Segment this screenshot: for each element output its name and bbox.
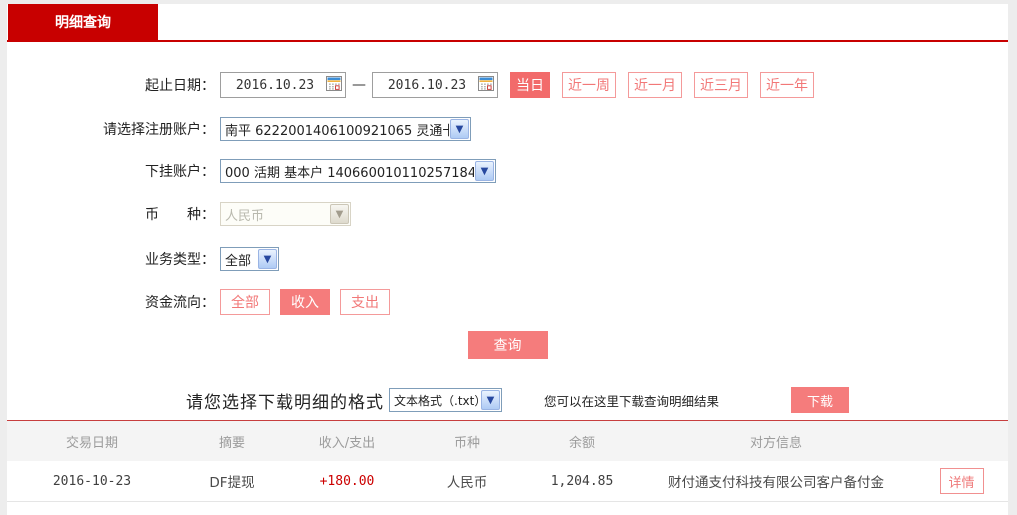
register-account-label: 请选择注册账户：	[103, 122, 215, 138]
header-currency: 币种	[453, 435, 480, 451]
sub-account-label: 下挂账户：	[145, 164, 215, 180]
download-button[interactable]: 下载	[791, 387, 850, 413]
chevron-down-icon: ▼	[258, 249, 277, 269]
cell-transaction-date: 2016-10-23	[52, 473, 132, 489]
currency-row: 币 种： 人民币 ▼	[7, 202, 1008, 226]
date-separator: —	[352, 77, 366, 93]
register-account-row: 请选择注册账户： 南平 6222001406100921065 灵通卡 ▼	[7, 117, 1008, 141]
table-row: 2016-10-23 DF提现 +180.00 人民币 1,204.85 财付通…	[7, 461, 1008, 502]
sub-account-select[interactable]: 000 活期 基本户 1406600101102571848 ▼	[220, 159, 496, 183]
header-counterparty: 对方信息	[749, 435, 802, 451]
query-button[interactable]: 查询	[467, 331, 548, 359]
cell-balance: 1,204.85	[550, 473, 614, 489]
business-type-label: 业务类型：	[145, 252, 215, 268]
tab-detail-query[interactable]: 明细查询	[8, 4, 158, 40]
tab-bar: 明细查询	[7, 4, 1008, 42]
fund-direction-label: 资金流向：	[145, 295, 215, 311]
download-row: 请您选择下载明细的格式 文本格式（.txt） ▼ 您可以在这里下载查询明细结果 …	[186, 387, 1008, 413]
currency-select: 人民币 ▼	[220, 202, 351, 226]
detail-query-panel: 明细查询 起止日期： 2016.10.23 — 2016.10.23 当日 近一…	[7, 4, 1008, 515]
end-date-value: 2016.10.23	[387, 77, 467, 93]
calendar-icon[interactable]	[478, 75, 494, 95]
download-format-value: 文本格式（.txt）	[394, 393, 480, 408]
register-account-select[interactable]: 南平 6222001406100921065 灵通卡 ▼	[220, 117, 471, 141]
fund-direction-all-button[interactable]: 全部	[220, 289, 270, 315]
quick-range-year-button[interactable]: 近一年	[760, 72, 814, 98]
date-range-label: 起止日期：	[145, 78, 215, 94]
fund-direction-income-button[interactable]: 收入	[280, 289, 330, 315]
business-type-value: 全部	[225, 253, 252, 269]
detail-button[interactable]: 详情	[939, 468, 984, 494]
download-format-select[interactable]: 文本格式（.txt） ▼	[389, 388, 502, 412]
cell-summary: DF提现	[209, 475, 255, 491]
end-date-input[interactable]: 2016.10.23	[372, 72, 498, 98]
start-date-value: 2016.10.23	[235, 77, 315, 93]
fund-direction-expense-button[interactable]: 支出	[340, 289, 390, 315]
quick-range-month-button[interactable]: 近一月	[628, 72, 682, 98]
chevron-down-icon: ▼	[450, 119, 469, 139]
fund-direction-row: 资金流向： 全部 收入 支出	[7, 289, 1008, 315]
download-format-label: 请您选择下载明细的格式	[186, 392, 384, 413]
sub-account-value: 000 活期 基本户 1406600101102571848	[225, 165, 474, 181]
start-date-input[interactable]: 2016.10.23	[220, 72, 346, 98]
quick-range-today-button[interactable]: 当日	[510, 72, 550, 98]
cell-counterparty: 财付通支付科技有限公司客户备付金	[668, 475, 884, 491]
header-transaction-date: 交易日期	[65, 435, 118, 451]
sub-account-row: 下挂账户： 000 活期 基本户 1406600101102571848 ▼	[7, 159, 1008, 183]
download-hint: 您可以在这里下载查询明细结果	[544, 393, 720, 409]
business-type-row: 业务类型： 全部 ▼	[7, 247, 1008, 271]
cell-amount: +180.00	[319, 473, 375, 489]
header-income-expense: 收入/支出	[318, 435, 376, 451]
register-account-value: 南平 6222001406100921065 灵通卡	[225, 123, 449, 139]
table-header-row: 交易日期 摘要 收入/支出 币种 余额 对方信息	[7, 420, 1008, 461]
currency-value: 人民币	[225, 208, 265, 224]
cell-currency: 人民币	[446, 475, 488, 491]
quick-range-quarter-button[interactable]: 近三月	[694, 72, 748, 98]
header-summary: 摘要	[218, 435, 245, 451]
business-type-select[interactable]: 全部 ▼	[220, 247, 279, 271]
chevron-down-icon: ▼	[481, 390, 500, 410]
query-row: 查询	[7, 331, 1008, 359]
quick-range-week-button[interactable]: 近一周	[562, 72, 616, 98]
header-balance: 余额	[568, 435, 595, 451]
date-range-row: 起止日期： 2016.10.23 — 2016.10.23 当日 近一周 近一月…	[7, 72, 1008, 98]
currency-label: 币 种：	[145, 207, 215, 223]
calendar-icon[interactable]	[326, 75, 342, 95]
chevron-down-icon: ▼	[475, 161, 494, 181]
chevron-down-icon: ▼	[330, 204, 349, 224]
